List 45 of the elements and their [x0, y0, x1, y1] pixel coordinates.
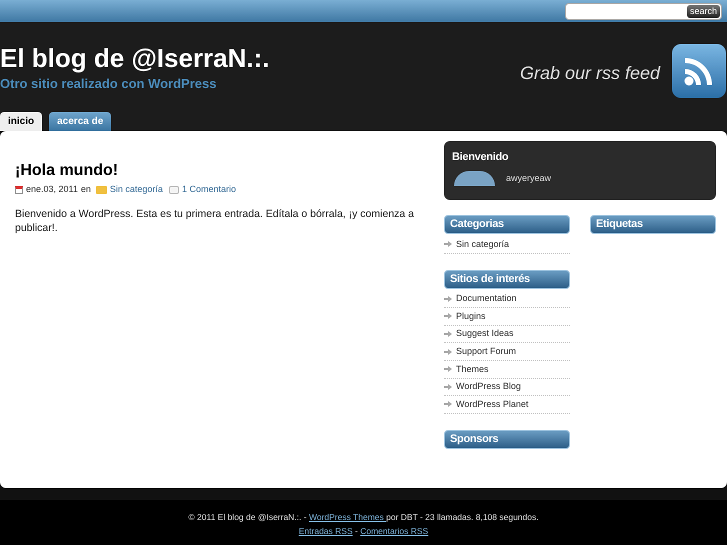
arrow-icon	[444, 366, 452, 372]
footer-link[interactable]: Entradas RSS	[298, 526, 353, 536]
sidebar-link[interactable]: Sin categoría	[444, 236, 570, 254]
arrow-icon	[444, 241, 452, 248]
arrow-icon	[444, 348, 452, 355]
sidebar-link[interactable]: Support Forum	[444, 343, 570, 361]
footer-text: Entradas RSS - Comentarios RSS	[298, 525, 430, 538]
arrow-icon	[444, 331, 452, 338]
post-body: Bienvenido a WordPress. Esta es tu primera entrada. Edítala o bórrala, ¡y comienza a publicar!.	[15, 206, 416, 234]
search-field[interactable]: search	[565, 2, 722, 20]
meta-text: en	[80, 183, 91, 196]
sidebar-link[interactable]: Plugins	[444, 308, 570, 326]
arrow-icon	[444, 384, 452, 390]
footer-text: © 2011 El blog de @IserraN.:. - WordPress Themes por DBT - 23 llamadas. 8,108 segundos.	[187, 511, 540, 524]
post-title[interactable]: ¡Hola mundo!	[15, 161, 444, 181]
widget-heading: Etiquetas	[590, 215, 716, 234]
rss-feed-text[interactable]: Grab our rss feed	[520, 60, 660, 87]
arrow-icon	[444, 401, 452, 408]
comment-icon	[168, 186, 179, 194]
sidebar-link[interactable]: Themes	[444, 360, 570, 379]
nav-tab[interactable]: inicio	[0, 112, 42, 131]
comments-link[interactable]: 1 Comentario	[182, 183, 236, 196]
search-button[interactable]: search	[686, 4, 720, 18]
sidebar-link[interactable]: Suggest Ideas	[444, 326, 570, 344]
sidebar-link[interactable]: WordPress Planet	[444, 396, 570, 414]
widget-heading: Sitios de interés	[444, 270, 570, 289]
sidebar-link[interactable]: Documentation	[444, 290, 570, 308]
welcome-title: Bienvenido	[452, 150, 510, 165]
avatar-icon	[454, 171, 495, 186]
footer-link[interactable]: Comentarios RSS	[360, 526, 428, 536]
arrow-icon	[444, 313, 452, 320]
footer-link[interactable]: WordPress Themes	[308, 512, 386, 522]
arrow-icon	[444, 296, 452, 302]
nav-tab[interactable]: acerca de	[49, 112, 112, 131]
site-tagline: Otro sitio realizado con WordPress	[0, 75, 216, 93]
category-link[interactable]: Sin categoría	[110, 183, 163, 196]
post-date: ene.03, 2011	[26, 183, 78, 196]
sidebar-link[interactable]: WordPress Blog	[444, 378, 570, 396]
widget-heading: Categorias	[444, 215, 570, 234]
site-title[interactable]: El blog de @IserraN.:.	[0, 42, 270, 74]
calendar-icon	[15, 186, 23, 194]
widget-heading: Sponsors	[444, 430, 570, 449]
folder-icon	[96, 186, 107, 194]
welcome-user: awyeryeaw	[506, 172, 552, 185]
rss-icon[interactable]	[672, 44, 726, 98]
